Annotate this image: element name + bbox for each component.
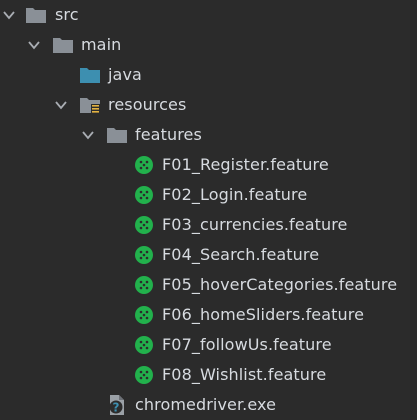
tree-item-feature-file[interactable]: F06_homeSliders.feature (0, 300, 417, 330)
tree-item-java[interactable]: java (0, 60, 417, 90)
tree-item-feature-file[interactable]: F07_followUs.feature (0, 330, 417, 360)
tree-item-label: src (55, 5, 79, 24)
tree-item-label: features (135, 125, 202, 144)
tree-item-label: java (108, 65, 142, 84)
folder-icon (106, 125, 128, 145)
tree-item-label: main (81, 35, 122, 54)
tree-item-resources[interactable]: resources (0, 90, 417, 120)
cucumber-feature-icon (133, 275, 155, 295)
cucumber-feature-icon (133, 155, 155, 175)
cucumber-feature-icon (133, 215, 155, 235)
cucumber-feature-icon (133, 245, 155, 265)
tree-item-features[interactable]: features (0, 120, 417, 150)
cucumber-feature-icon (133, 335, 155, 355)
chevron-down-icon[interactable] (81, 128, 95, 142)
tree-item-main[interactable]: main (0, 30, 417, 60)
tree-item-label: F05_hoverCategories.feature (162, 275, 398, 294)
tree-item-chromedriver[interactable]: ? chromedriver.exe (0, 390, 417, 420)
tree-item-feature-file[interactable]: F04_Search.feature (0, 240, 417, 270)
tree-item-label: F02_Login.feature (162, 185, 308, 204)
source-folder-icon (79, 65, 101, 85)
tree-item-label: F06_homeSliders.feature (162, 305, 365, 324)
chevron-down-icon[interactable] (2, 8, 16, 22)
folder-icon (52, 35, 74, 55)
tree-item-feature-file[interactable]: F02_Login.feature (0, 180, 417, 210)
cucumber-feature-icon (133, 185, 155, 205)
resources-folder-icon (79, 95, 101, 115)
tree-item-feature-file[interactable]: F08_Wishlist.feature (0, 360, 417, 390)
tree-item-label: F04_Search.feature (162, 245, 320, 264)
tree-item-feature-file[interactable]: F03_currencies.feature (0, 210, 417, 240)
tree-item-label: resources (108, 95, 187, 114)
tree-item-label: chromedriver.exe (135, 395, 277, 414)
tree-item-src[interactable]: src (0, 0, 417, 30)
cucumber-feature-icon (133, 305, 155, 325)
cucumber-feature-icon (133, 365, 155, 385)
chevron-down-icon[interactable] (27, 38, 41, 52)
tree-item-feature-file[interactable]: F05_hoverCategories.feature (0, 270, 417, 300)
tree-item-feature-file[interactable]: F01_Register.feature (0, 150, 417, 180)
tree-item-label: F01_Register.feature (162, 155, 329, 174)
tree-item-label: F07_followUs.feature (162, 335, 332, 354)
folder-icon (25, 5, 47, 25)
chevron-down-icon[interactable] (54, 98, 68, 112)
tree-item-label: F03_currencies.feature (162, 215, 348, 234)
tree-item-label: F08_Wishlist.feature (162, 365, 327, 384)
unknown-file-icon: ? (106, 395, 128, 415)
project-tree: src main java resources features F01_Reg… (0, 0, 417, 418)
svg-text:?: ? (113, 401, 120, 415)
